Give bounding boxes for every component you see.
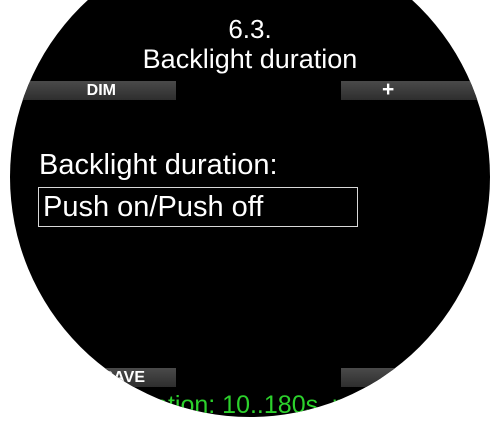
setting-value: Push on/Push off [43,191,264,223]
dim-button-label: DIM [86,82,116,99]
device-page: 6.3. Backlight duration DIM + Backlight … [0,0,501,428]
dive-computer-screen: 6.3. Backlight duration DIM + Backlight … [10,0,490,417]
save-button[interactable]: SAVE [10,368,176,387]
save-button-label: SAVE [102,369,145,386]
setting-value-field[interactable]: Push on/Push off [38,187,358,227]
minus-icon: − [390,365,402,387]
plus-icon: + [382,78,395,101]
decrease-button[interactable]: − [341,365,490,387]
hint-text: Duration: 10..180s, push [113,391,387,417]
dim-button[interactable]: DIM [10,81,176,100]
section-number: 6.3. [228,14,272,44]
setting-label: Backlight duration: [39,149,278,181]
increase-button[interactable]: + [341,78,490,101]
screen-title: Backlight duration [142,44,358,74]
